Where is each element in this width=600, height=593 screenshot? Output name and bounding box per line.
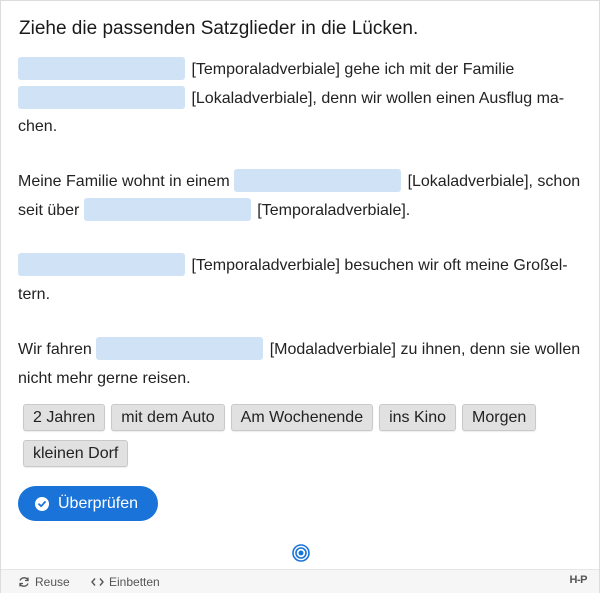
embed-link[interactable]: Einbetten	[91, 575, 160, 589]
check-button-label: Überprüfen	[58, 495, 139, 512]
sentence-text: Wir fahren	[18, 341, 92, 358]
sentence-text: [Modaladverbiale] zu ihnen, denn sie wol…	[269, 341, 581, 358]
target-icon	[292, 544, 310, 562]
sentence-3: [Temporaladverbiale] besuchen wir oft me…	[18, 252, 588, 309]
draggable-word[interactable]: ins Kino	[379, 404, 457, 431]
sentence-text: [Temporaladverbiale] besuchen wir oft me…	[191, 257, 568, 274]
footer-bar: Reuse Einbetten H-P	[1, 569, 599, 593]
draggable-word[interactable]: mit dem Auto	[111, 404, 225, 431]
sentence-text: Meine Familie wohnt in einem	[18, 173, 230, 190]
drop-zone-6[interactable]	[96, 337, 264, 360]
code-icon	[91, 578, 104, 586]
drop-zone-2[interactable]	[18, 85, 185, 109]
sentence-text: tern.	[18, 285, 51, 303]
draggable-word[interactable]: 2 Jahren	[23, 404, 106, 431]
drop-zone-5[interactable]	[18, 253, 185, 276]
check-button[interactable]: Überprüfen	[18, 486, 159, 521]
drop-zone-4[interactable]	[83, 197, 251, 221]
sentence-4: Wir fahren [Modaladverbiale] zu ihnen, d…	[18, 336, 588, 393]
draggable-word[interactable]: kleinen Dorf	[23, 440, 129, 467]
task-title: Ziehe die passenden Satzglieder in die L…	[19, 18, 419, 39]
draggable-word[interactable]: Am Wochenende	[230, 404, 374, 431]
sentence-text: nicht mehr gerne reisen.	[18, 369, 191, 387]
sentence-text: [Temporaladverbiale].	[257, 201, 411, 219]
h5p-container: Ziehe die passenden Satzglieder in die L…	[0, 0, 600, 593]
sentence-text: [Temporaladverbiale] gehe ich mit der Fa…	[191, 61, 515, 78]
h5p-logo: H-P	[569, 574, 588, 586]
sentence-1: [Temporaladverbiale] gehe ich mit der Fa…	[18, 56, 588, 142]
sentence-2: Meine Familie wohnt in einem [Lokaladver…	[18, 168, 588, 225]
embed-label: Einbetten	[109, 575, 160, 589]
sentence-text: [Lokaladverbiale], schon	[407, 173, 581, 190]
reuse-label: Reuse	[35, 575, 70, 589]
drop-zone-1[interactable]	[18, 57, 185, 80]
sentence-text: seit über	[18, 201, 80, 219]
sentence-text: chen.	[18, 118, 58, 135]
drop-zone-3[interactable]	[234, 169, 402, 192]
draggable-pool: 2 Jahren mit dem Auto Am Wochenende ins Kin…	[23, 404, 583, 476]
sentence-text: [Lokaladverbiale], denn wir wollen einen…	[191, 89, 565, 107]
draggable-word[interactable]: Morgen	[462, 404, 537, 431]
check-icon	[35, 496, 49, 511]
reuse-link[interactable]: Reuse	[18, 575, 70, 589]
reuse-icon	[19, 577, 29, 587]
